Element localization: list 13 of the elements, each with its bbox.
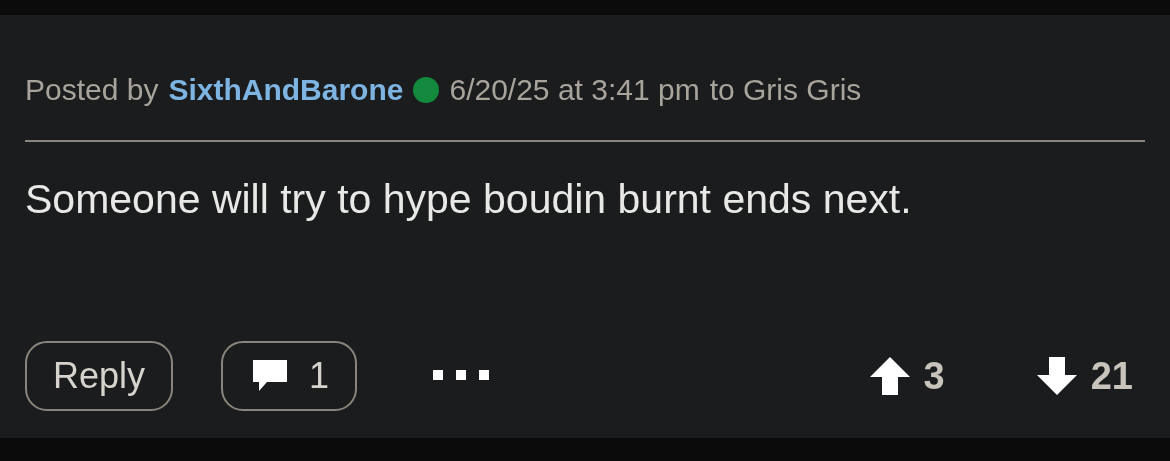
- down-arrow-icon: [1036, 357, 1077, 395]
- up-arrow-icon: [869, 357, 910, 395]
- recipient-label: to Gris Gris: [709, 73, 862, 107]
- posted-by-label: Posted by: [25, 73, 159, 107]
- author-link[interactable]: SixthAndBarone: [168, 73, 404, 107]
- upvote-button[interactable]: 3: [869, 354, 945, 398]
- comments-button[interactable]: 1: [221, 341, 358, 411]
- downvote-button[interactable]: 21: [1036, 354, 1133, 398]
- more-options-icon[interactable]: [433, 370, 490, 382]
- speech-bubble-icon: [253, 360, 288, 392]
- post-body: Someone will try to hype boudin burnt ends next.: [25, 176, 913, 223]
- reply-button[interactable]: Reply: [25, 341, 174, 411]
- post-timestamp: 6/20/25 at 3:41 pm: [449, 73, 700, 107]
